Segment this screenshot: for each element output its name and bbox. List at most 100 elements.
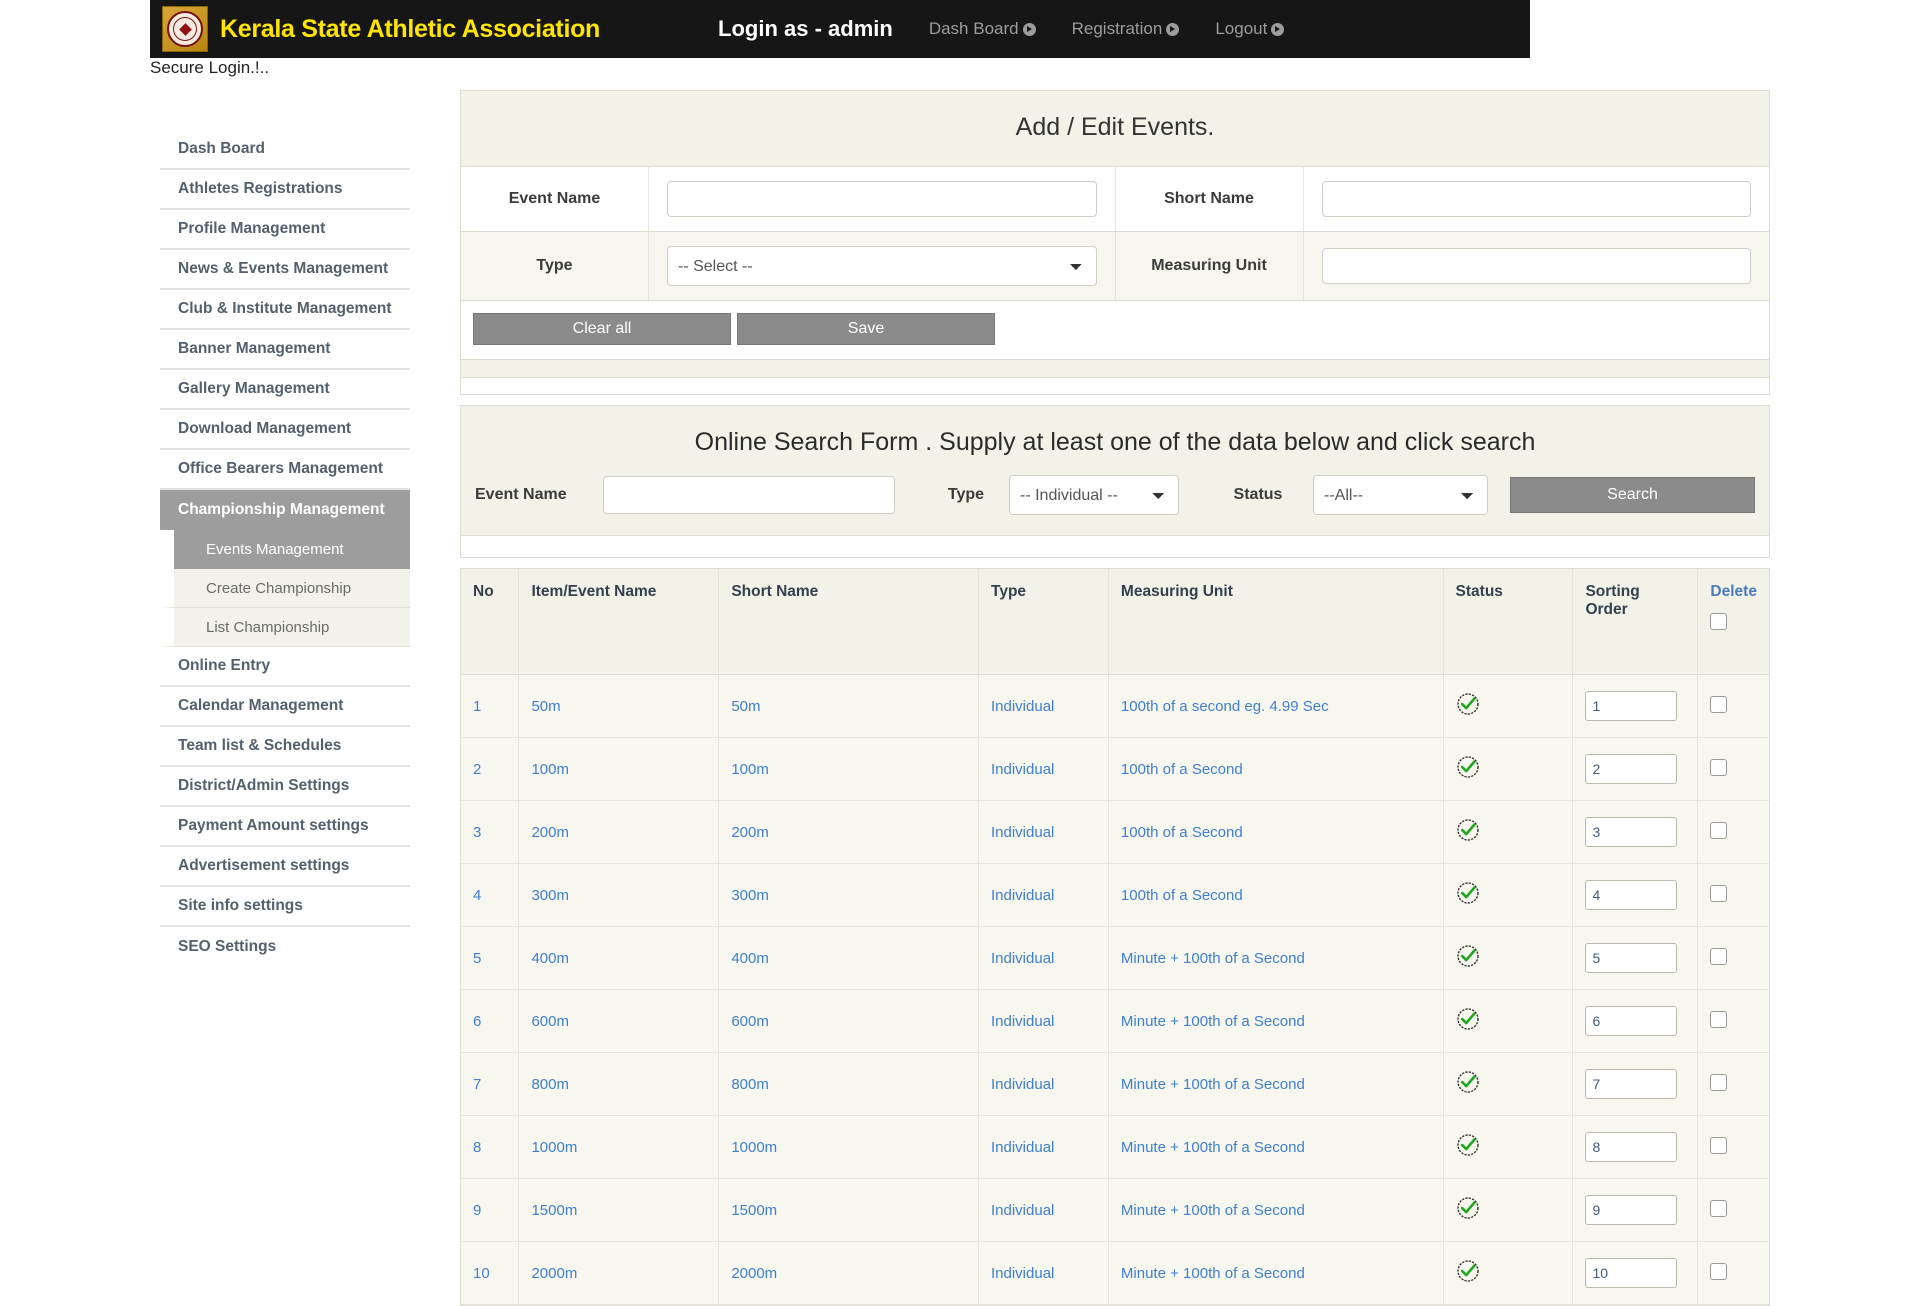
sorting-order-input[interactable] bbox=[1585, 1195, 1678, 1225]
sidebar-item-calendar-management[interactable]: Calendar Management bbox=[160, 687, 410, 727]
search-type-select[interactable]: -- Individual -- bbox=[1009, 475, 1179, 515]
status-active-icon[interactable] bbox=[1456, 1007, 1480, 1035]
sidebar-item-news-events-management[interactable]: News & Events Management bbox=[160, 250, 410, 290]
status-active-icon[interactable] bbox=[1456, 1070, 1480, 1098]
cell-short-name[interactable]: 400m bbox=[718, 926, 979, 990]
cell-type: Individual bbox=[978, 800, 1109, 864]
sorting-order-input[interactable] bbox=[1585, 817, 1678, 847]
sidebar-item-advertisement-settings[interactable]: Advertisement settings bbox=[160, 847, 410, 887]
sorting-order-input[interactable] bbox=[1585, 1132, 1678, 1162]
status-active-icon[interactable] bbox=[1456, 944, 1480, 972]
sorting-order-input[interactable] bbox=[1585, 943, 1678, 973]
sidebar-item-team-list-schedules[interactable]: Team list & Schedules bbox=[160, 727, 410, 767]
sidebar-item-banner-management[interactable]: Banner Management bbox=[160, 330, 410, 370]
row-delete-checkbox[interactable] bbox=[1710, 695, 1728, 713]
search-event-name-input[interactable] bbox=[603, 476, 895, 514]
nav-logout[interactable]: Logout bbox=[1215, 19, 1285, 39]
row-delete-checkbox[interactable] bbox=[1710, 1262, 1728, 1280]
cell-short-name[interactable]: 600m bbox=[718, 989, 979, 1053]
cell-sorting-order bbox=[1572, 863, 1699, 927]
sidebar-item-club-institute-management[interactable]: Club & Institute Management bbox=[160, 290, 410, 330]
cell-item-event-name[interactable]: 1500m bbox=[518, 1178, 720, 1242]
sidebar-item-online-entry[interactable]: Online Entry bbox=[160, 647, 410, 687]
cell-short-name[interactable]: 200m bbox=[718, 800, 979, 864]
status-active-icon[interactable] bbox=[1456, 881, 1480, 909]
short-name-input[interactable] bbox=[1321, 181, 1751, 217]
online-search-title: Online Search Form . Supply at least one… bbox=[694, 428, 1536, 456]
status-active-icon[interactable] bbox=[1456, 818, 1480, 846]
form-action-buttons: Clear all Save bbox=[461, 301, 1769, 360]
add-edit-events-panel: Add / Edit Events. Event Name Short Name… bbox=[460, 90, 1770, 395]
sidebar-subitem-list-championship[interactable]: List Championship bbox=[160, 608, 410, 647]
search-type-label: Type bbox=[947, 486, 985, 503]
delete-all-checkbox[interactable] bbox=[1710, 613, 1728, 630]
row-delete-checkbox[interactable] bbox=[1710, 1136, 1728, 1154]
cell-sorting-order bbox=[1572, 1115, 1699, 1179]
cell-short-name[interactable]: 2000m bbox=[718, 1241, 979, 1305]
search-button[interactable]: Search bbox=[1510, 477, 1755, 513]
sidebar-subitem-create-championship[interactable]: Create Championship bbox=[160, 569, 410, 608]
cell-item-event-name[interactable]: 300m bbox=[518, 863, 720, 927]
sidebar-item-athletes-registrations[interactable]: Athletes Registrations bbox=[160, 170, 410, 210]
sidebar-item-office-bearers-management[interactable]: Office Bearers Management bbox=[160, 450, 410, 490]
row-delete-checkbox[interactable] bbox=[1710, 1073, 1728, 1091]
status-active-icon[interactable] bbox=[1456, 1259, 1480, 1287]
row-delete-checkbox[interactable] bbox=[1710, 1010, 1728, 1028]
cell-short-name[interactable]: 1000m bbox=[718, 1115, 979, 1179]
cell-item-event-name[interactable]: 1000m bbox=[518, 1115, 720, 1179]
status-active-icon[interactable] bbox=[1456, 1196, 1480, 1224]
sidebar-item-district-admin-settings[interactable]: District/Admin Settings bbox=[160, 767, 410, 807]
cell-item-event-name[interactable]: 100m bbox=[518, 737, 720, 801]
cell-measuring-unit: Minute + 100th of a Second bbox=[1108, 926, 1444, 990]
table-header-row: No Item/Event Name Short Name Type Measu… bbox=[461, 569, 1769, 675]
cell-item-event-name[interactable]: 400m bbox=[518, 926, 720, 990]
event-name-input[interactable] bbox=[667, 181, 1097, 217]
status-active-icon[interactable] bbox=[1456, 1133, 1480, 1161]
sidebar-item-profile-management[interactable]: Profile Management bbox=[160, 210, 410, 250]
search-status-select[interactable]: --All-- bbox=[1313, 475, 1488, 515]
sorting-order-input[interactable] bbox=[1585, 754, 1678, 784]
clear-all-button[interactable]: Clear all bbox=[473, 313, 731, 345]
nav-dashboard[interactable]: Dash Board bbox=[929, 19, 1036, 39]
row-delete-checkbox[interactable] bbox=[1710, 758, 1728, 776]
sidebar-subitem-events-management[interactable]: Events Management bbox=[160, 530, 410, 569]
cell-item-event-name[interactable]: 2000m bbox=[518, 1241, 720, 1305]
col-header-short-name: Short Name bbox=[718, 569, 979, 675]
cell-item-event-name[interactable]: 800m bbox=[518, 1052, 720, 1116]
cell-item-event-name[interactable]: 600m bbox=[518, 989, 720, 1053]
cell-short-name[interactable]: 300m bbox=[718, 863, 979, 927]
online-search-controls: Event Name Type -- Individual -- Status … bbox=[461, 475, 1769, 535]
col-header-no: No bbox=[461, 569, 520, 675]
row-delete-checkbox[interactable] bbox=[1710, 884, 1728, 902]
sidebar-item-payment-amount-settings[interactable]: Payment Amount settings bbox=[160, 807, 410, 847]
status-active-icon[interactable] bbox=[1456, 755, 1480, 783]
cell-type: Individual bbox=[978, 989, 1109, 1053]
sorting-order-input[interactable] bbox=[1585, 1069, 1678, 1099]
sidebar-item-gallery-management[interactable]: Gallery Management bbox=[160, 370, 410, 410]
cell-short-name[interactable]: 50m bbox=[718, 674, 979, 738]
sidebar-item-download-management[interactable]: Download Management bbox=[160, 410, 410, 450]
cell-type: Individual bbox=[978, 1052, 1109, 1116]
save-button[interactable]: Save bbox=[737, 313, 995, 345]
cell-item-event-name[interactable]: 50m bbox=[518, 674, 720, 738]
sorting-order-input[interactable] bbox=[1585, 1006, 1678, 1036]
sorting-order-input[interactable] bbox=[1585, 880, 1678, 910]
cell-short-name[interactable]: 100m bbox=[718, 737, 979, 801]
type-select[interactable]: -- Select -- bbox=[667, 246, 1097, 286]
measuring-unit-input[interactable] bbox=[1321, 248, 1751, 284]
row-delete-checkbox[interactable] bbox=[1710, 821, 1728, 839]
sidebar-item-site-info-settings[interactable]: Site info settings bbox=[160, 887, 410, 927]
sidebar-item-dash-board[interactable]: Dash Board bbox=[160, 130, 410, 170]
sidebar-item-seo-settings[interactable]: SEO Settings bbox=[160, 927, 410, 967]
sorting-order-input[interactable] bbox=[1585, 691, 1678, 721]
cell-item-event-name[interactable]: 200m bbox=[518, 800, 720, 864]
nav-registration[interactable]: Registration bbox=[1072, 19, 1180, 39]
sidebar-item-championship-management[interactable]: Championship Management bbox=[160, 490, 410, 530]
sorting-order-input[interactable] bbox=[1585, 1258, 1678, 1288]
status-active-icon[interactable] bbox=[1456, 692, 1480, 720]
cell-short-name[interactable]: 1500m bbox=[718, 1178, 979, 1242]
row-delete-checkbox[interactable] bbox=[1710, 947, 1728, 965]
row-delete-checkbox[interactable] bbox=[1710, 1199, 1728, 1217]
cell-short-name[interactable]: 800m bbox=[718, 1052, 979, 1116]
cell-delete bbox=[1697, 1178, 1769, 1242]
